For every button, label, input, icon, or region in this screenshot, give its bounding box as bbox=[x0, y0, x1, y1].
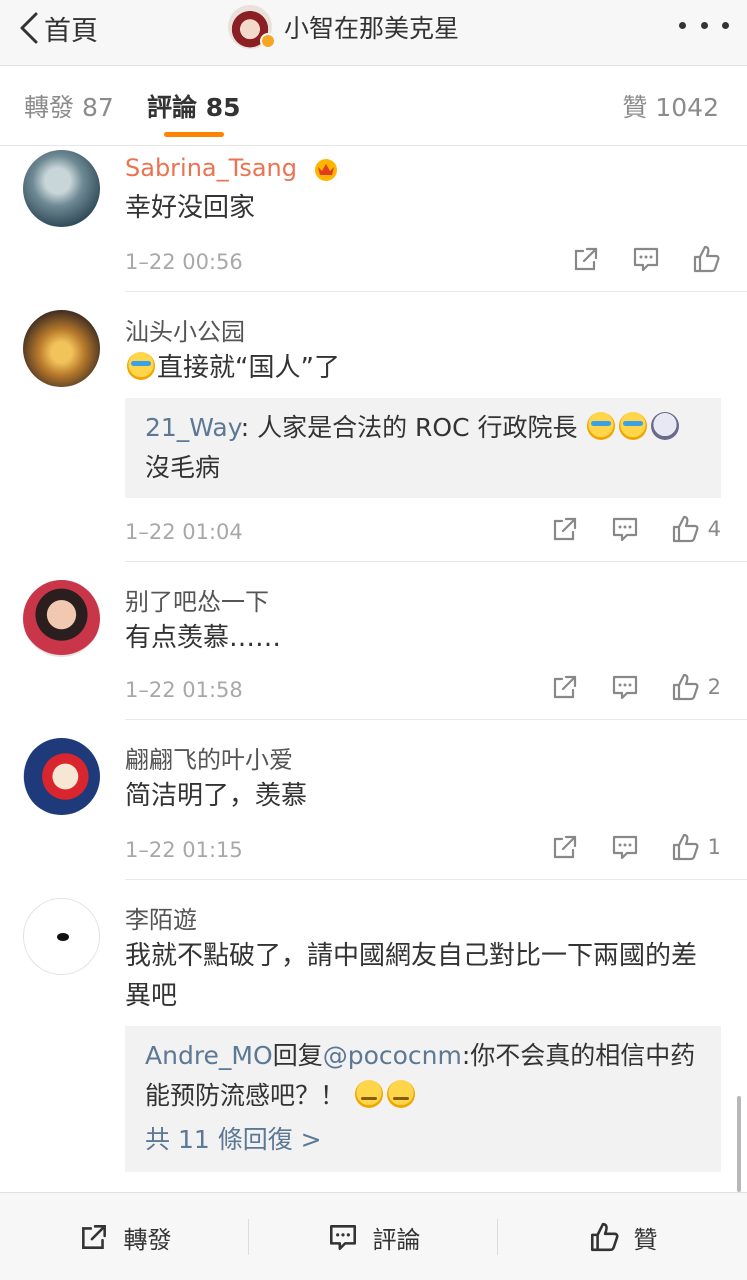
username[interactable]: 汕头小公园 bbox=[125, 312, 245, 347]
tab-repost[interactable]: 轉發 87 bbox=[24, 88, 114, 124]
quote-username[interactable]: 21_Way bbox=[145, 413, 241, 442]
profile-avatar[interactable] bbox=[228, 5, 276, 49]
share-icon bbox=[81, 1225, 106, 1249]
share-button[interactable] bbox=[550, 514, 580, 544]
thumbs-up-icon bbox=[672, 673, 699, 701]
comment-item: 翩翩飞的叶小爱 简洁明了，羡慕 1–22 01:15 1 bbox=[0, 720, 747, 880]
comment-item: 别了吧怂一下 有点羡慕…… 1–22 01:58 2 bbox=[0, 562, 747, 720]
laugh-cry-emoji-icon bbox=[127, 352, 155, 380]
thumbs-up-icon bbox=[590, 1222, 618, 1252]
active-tab-indicator bbox=[164, 132, 224, 137]
share-button[interactable] bbox=[550, 832, 580, 862]
back-label: 首頁 bbox=[44, 15, 98, 47]
share-button[interactable] bbox=[571, 244, 601, 274]
comment-text: 我就不點破了，請中國網友自己對比一下兩國的差異吧 bbox=[125, 941, 698, 1011]
thumbs-up-icon bbox=[672, 515, 699, 543]
tab-likes[interactable]: 贊 1042 bbox=[622, 88, 719, 124]
comment-icon bbox=[633, 247, 659, 272]
crown-icon bbox=[314, 159, 337, 181]
comment-actions: 1 bbox=[520, 832, 721, 862]
quote-text: : 人家是合法的 ROC 行政院長 bbox=[240, 413, 578, 442]
reply-button[interactable] bbox=[610, 672, 640, 702]
comment-text: 幸好没回家 bbox=[125, 193, 256, 223]
comment-item: 汕头小公园 直接就“国人”了 21_Way: 人家是合法的 ROC 行政院長 沒… bbox=[0, 292, 747, 562]
avatar[interactable] bbox=[23, 150, 100, 227]
like-button[interactable]: 2 bbox=[670, 672, 721, 702]
skull-face-emoji-icon bbox=[651, 412, 680, 440]
comment-text: 有点羡慕…… bbox=[125, 623, 282, 653]
chevron-left-icon bbox=[20, 12, 38, 44]
username[interactable]: 翩翩飞的叶小爱 bbox=[125, 740, 293, 775]
avatar[interactable] bbox=[23, 580, 100, 657]
like-button[interactable] bbox=[691, 244, 721, 274]
quote-username[interactable]: Andre_MO bbox=[145, 1041, 273, 1070]
nav-bar: 首頁 小智在那美克星 bbox=[0, 0, 747, 66]
comment-button[interactable]: 評論 bbox=[249, 1193, 498, 1280]
like-button[interactable]: 1 bbox=[670, 832, 721, 862]
smug-emoji-icon bbox=[354, 1080, 383, 1108]
comment-item: 李陌遊 我就不點破了，請中國網友自己對比一下兩國的差異吧 Andre_MO回复@… bbox=[0, 880, 747, 1192]
reply-button[interactable] bbox=[610, 514, 640, 544]
share-icon bbox=[553, 675, 576, 699]
thumbs-up-icon bbox=[693, 245, 720, 273]
username[interactable]: Sabrina_Tsang bbox=[125, 154, 341, 182]
comment-text: 直接就“国人”了 bbox=[125, 348, 707, 388]
tab-bar: 轉發 87 評論 85 贊 1042 bbox=[0, 66, 747, 146]
view-replies-link[interactable]: 共 11 條回復 > bbox=[145, 1120, 701, 1160]
share-icon bbox=[553, 517, 576, 541]
laugh-cry-emoji-icon bbox=[619, 412, 648, 440]
page-title: 小智在那美克星 bbox=[284, 14, 460, 43]
like-button[interactable]: 4 bbox=[670, 514, 721, 544]
back-button[interactable]: 首頁 bbox=[18, 8, 98, 48]
bottom-toolbar: 轉發 評論 贊 bbox=[0, 1192, 747, 1280]
repost-button[interactable]: 轉發 bbox=[0, 1193, 249, 1280]
comment-actions: 4 bbox=[520, 514, 721, 544]
comment-icon bbox=[612, 675, 637, 700]
repost-label: 轉發 bbox=[123, 1225, 172, 1254]
comment-text: 简洁明了，羡慕 bbox=[125, 781, 308, 811]
comment-icon bbox=[612, 835, 637, 860]
comment-actions bbox=[541, 244, 721, 274]
avatar[interactable] bbox=[23, 310, 100, 387]
comment-time: 1–22 01:04 bbox=[125, 520, 243, 544]
quote-mention[interactable]: @pococnm bbox=[323, 1041, 462, 1070]
like-button[interactable]: 贊 bbox=[498, 1193, 747, 1280]
smug-emoji-icon bbox=[386, 1080, 415, 1108]
quote-reply-word: 回复 bbox=[272, 1041, 323, 1070]
comment-time: 1–22 00:56 bbox=[125, 250, 243, 274]
reply-quote[interactable]: Andre_MO回复@pococnm:你不会真的相信中药能预防流感吧？！ 共 1… bbox=[125, 1026, 721, 1172]
reply-button[interactable] bbox=[610, 832, 640, 862]
tab-comments[interactable]: 評論 85 bbox=[147, 88, 241, 124]
like-count: 1 bbox=[707, 835, 721, 859]
avatar[interactable] bbox=[23, 898, 100, 975]
share-button[interactable] bbox=[550, 672, 580, 702]
share-icon bbox=[574, 247, 598, 271]
comment-icon bbox=[612, 517, 637, 542]
comment-time: 1–22 01:15 bbox=[125, 838, 243, 862]
avatar[interactable] bbox=[23, 738, 100, 815]
comment-time: 1–22 01:58 bbox=[125, 678, 243, 702]
comment-actions: 2 bbox=[520, 672, 721, 702]
comment-item: Sabrina_Tsang 幸好没回家 1–22 00:56 bbox=[0, 146, 747, 292]
scrollbar[interactable] bbox=[737, 1096, 741, 1192]
laugh-cry-emoji-icon bbox=[587, 412, 616, 440]
like-count: 4 bbox=[707, 517, 721, 541]
reply-quote[interactable]: 21_Way: 人家是合法的 ROC 行政院長 沒毛病 bbox=[125, 398, 721, 498]
verified-badge-icon bbox=[260, 33, 276, 49]
thumbs-up-icon bbox=[672, 833, 699, 861]
nav-title[interactable]: 小智在那美克星 bbox=[228, 4, 459, 50]
username[interactable]: 别了吧怂一下 bbox=[125, 582, 269, 617]
share-icon bbox=[553, 835, 576, 859]
username[interactable]: 李陌遊 bbox=[125, 900, 197, 935]
like-count: 2 bbox=[707, 675, 721, 699]
like-label: 贊 bbox=[633, 1225, 658, 1254]
comment-label: 評論 bbox=[372, 1225, 421, 1254]
quote-tail: 沒毛病 bbox=[145, 453, 221, 482]
more-dots-icon[interactable] bbox=[679, 10, 729, 40]
reply-button[interactable] bbox=[631, 244, 661, 274]
comment-icon bbox=[329, 1225, 356, 1251]
